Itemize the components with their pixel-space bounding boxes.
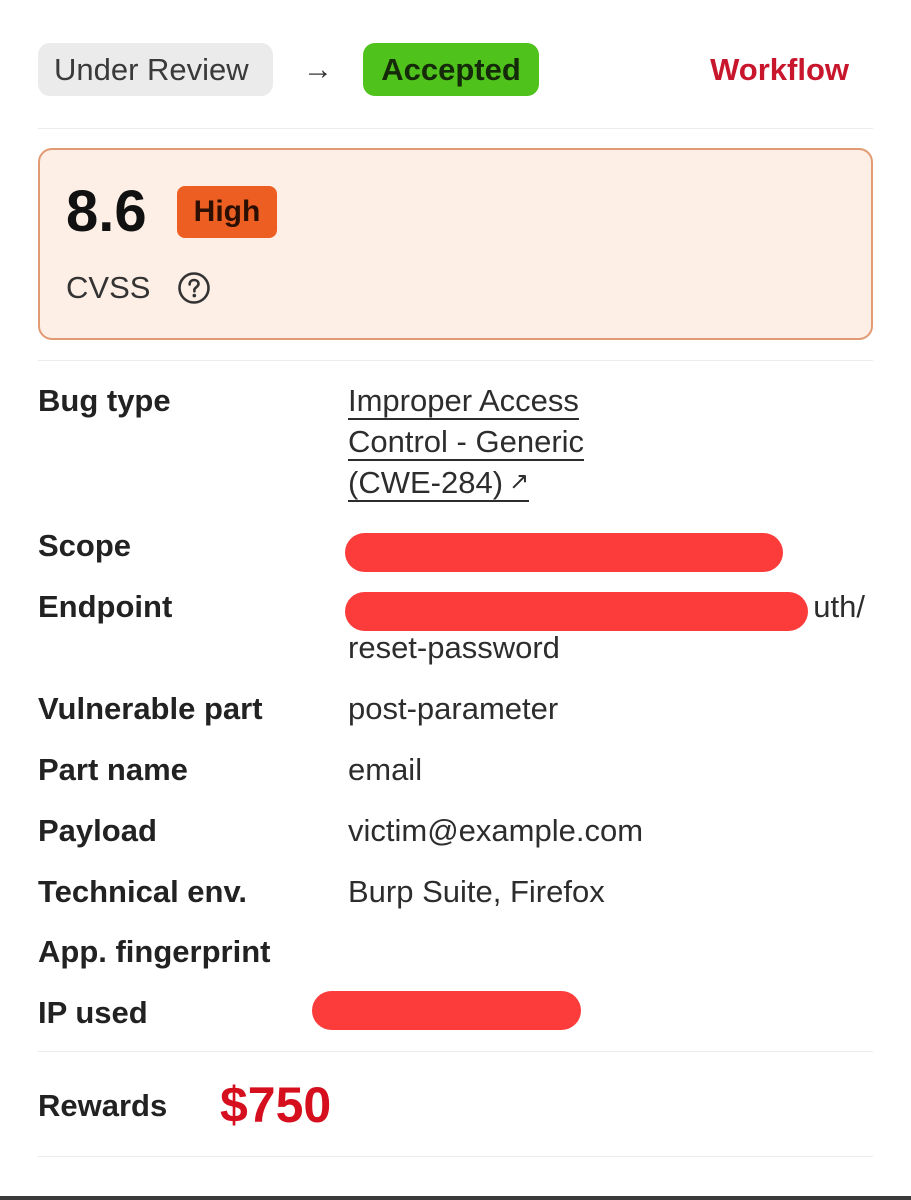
bug-type-line: Improper Access — [348, 383, 579, 418]
status-under-review: Under Review — [38, 43, 273, 96]
workflow-link[interactable]: Workflow — [710, 43, 849, 96]
cvss-score: 8.6 — [66, 179, 147, 244]
bug-type-link[interactable]: Control - Generic — [348, 424, 585, 461]
rewards-label: Rewards — [38, 1088, 168, 1123]
ip-used-label: IP used — [38, 995, 148, 1030]
divider — [38, 128, 873, 129]
part-name-label: Part name — [38, 752, 188, 787]
bug-type-label: Bug type — [38, 383, 171, 418]
rewards-value: $750 — [220, 1077, 332, 1133]
endpoint-path: reset-password — [348, 630, 560, 665]
bottom-edge-bar — [0, 1196, 911, 1200]
bug-type-value: Improper Access Control - Generic (CWE-2… — [348, 380, 873, 506]
divider — [38, 1156, 873, 1157]
redaction-mark — [312, 991, 581, 1030]
payload-value: victim@example.com — [348, 813, 644, 848]
question-circle-icon[interactable] — [177, 271, 211, 305]
workflow-status-bar: Under Review → Accepted Workflow — [38, 43, 873, 97]
arrow-right-icon: → — [303, 53, 333, 86]
bug-type-line: (CWE-284) — [348, 465, 504, 500]
bug-type-link[interactable]: Improper Access — [348, 383, 579, 420]
cvss-card: 8.6 High CVSS — [38, 148, 873, 340]
external-link-icon: ↗ — [509, 468, 530, 495]
vulnerable-part-label: Vulnerable part — [38, 691, 263, 726]
redaction-mark — [345, 533, 783, 572]
endpoint-label: Endpoint — [38, 589, 173, 624]
redaction-mark — [345, 592, 808, 631]
technical-env-label: Technical env. — [38, 874, 248, 909]
part-name-value: email — [348, 752, 423, 787]
status-accepted-badge: Accepted — [363, 43, 539, 96]
app-fingerprint-label: App. fingerprint — [38, 934, 271, 969]
divider — [38, 1051, 873, 1052]
report-details-panel: Under Review → Accepted Workflow 8.6 Hig… — [0, 0, 911, 1200]
scope-label: Scope — [38, 528, 132, 563]
vulnerable-part-value: post-parameter — [348, 691, 559, 726]
technical-env-value: Burp Suite, Firefox — [348, 874, 605, 909]
severity-badge: High — [177, 186, 277, 238]
divider — [38, 360, 873, 361]
cvss-label: CVSS — [66, 270, 151, 305]
payload-label: Payload — [38, 813, 157, 848]
bug-type-link[interactable]: (CWE-284) ↗ — [348, 465, 530, 502]
bug-type-line: Control - Generic — [348, 424, 585, 459]
